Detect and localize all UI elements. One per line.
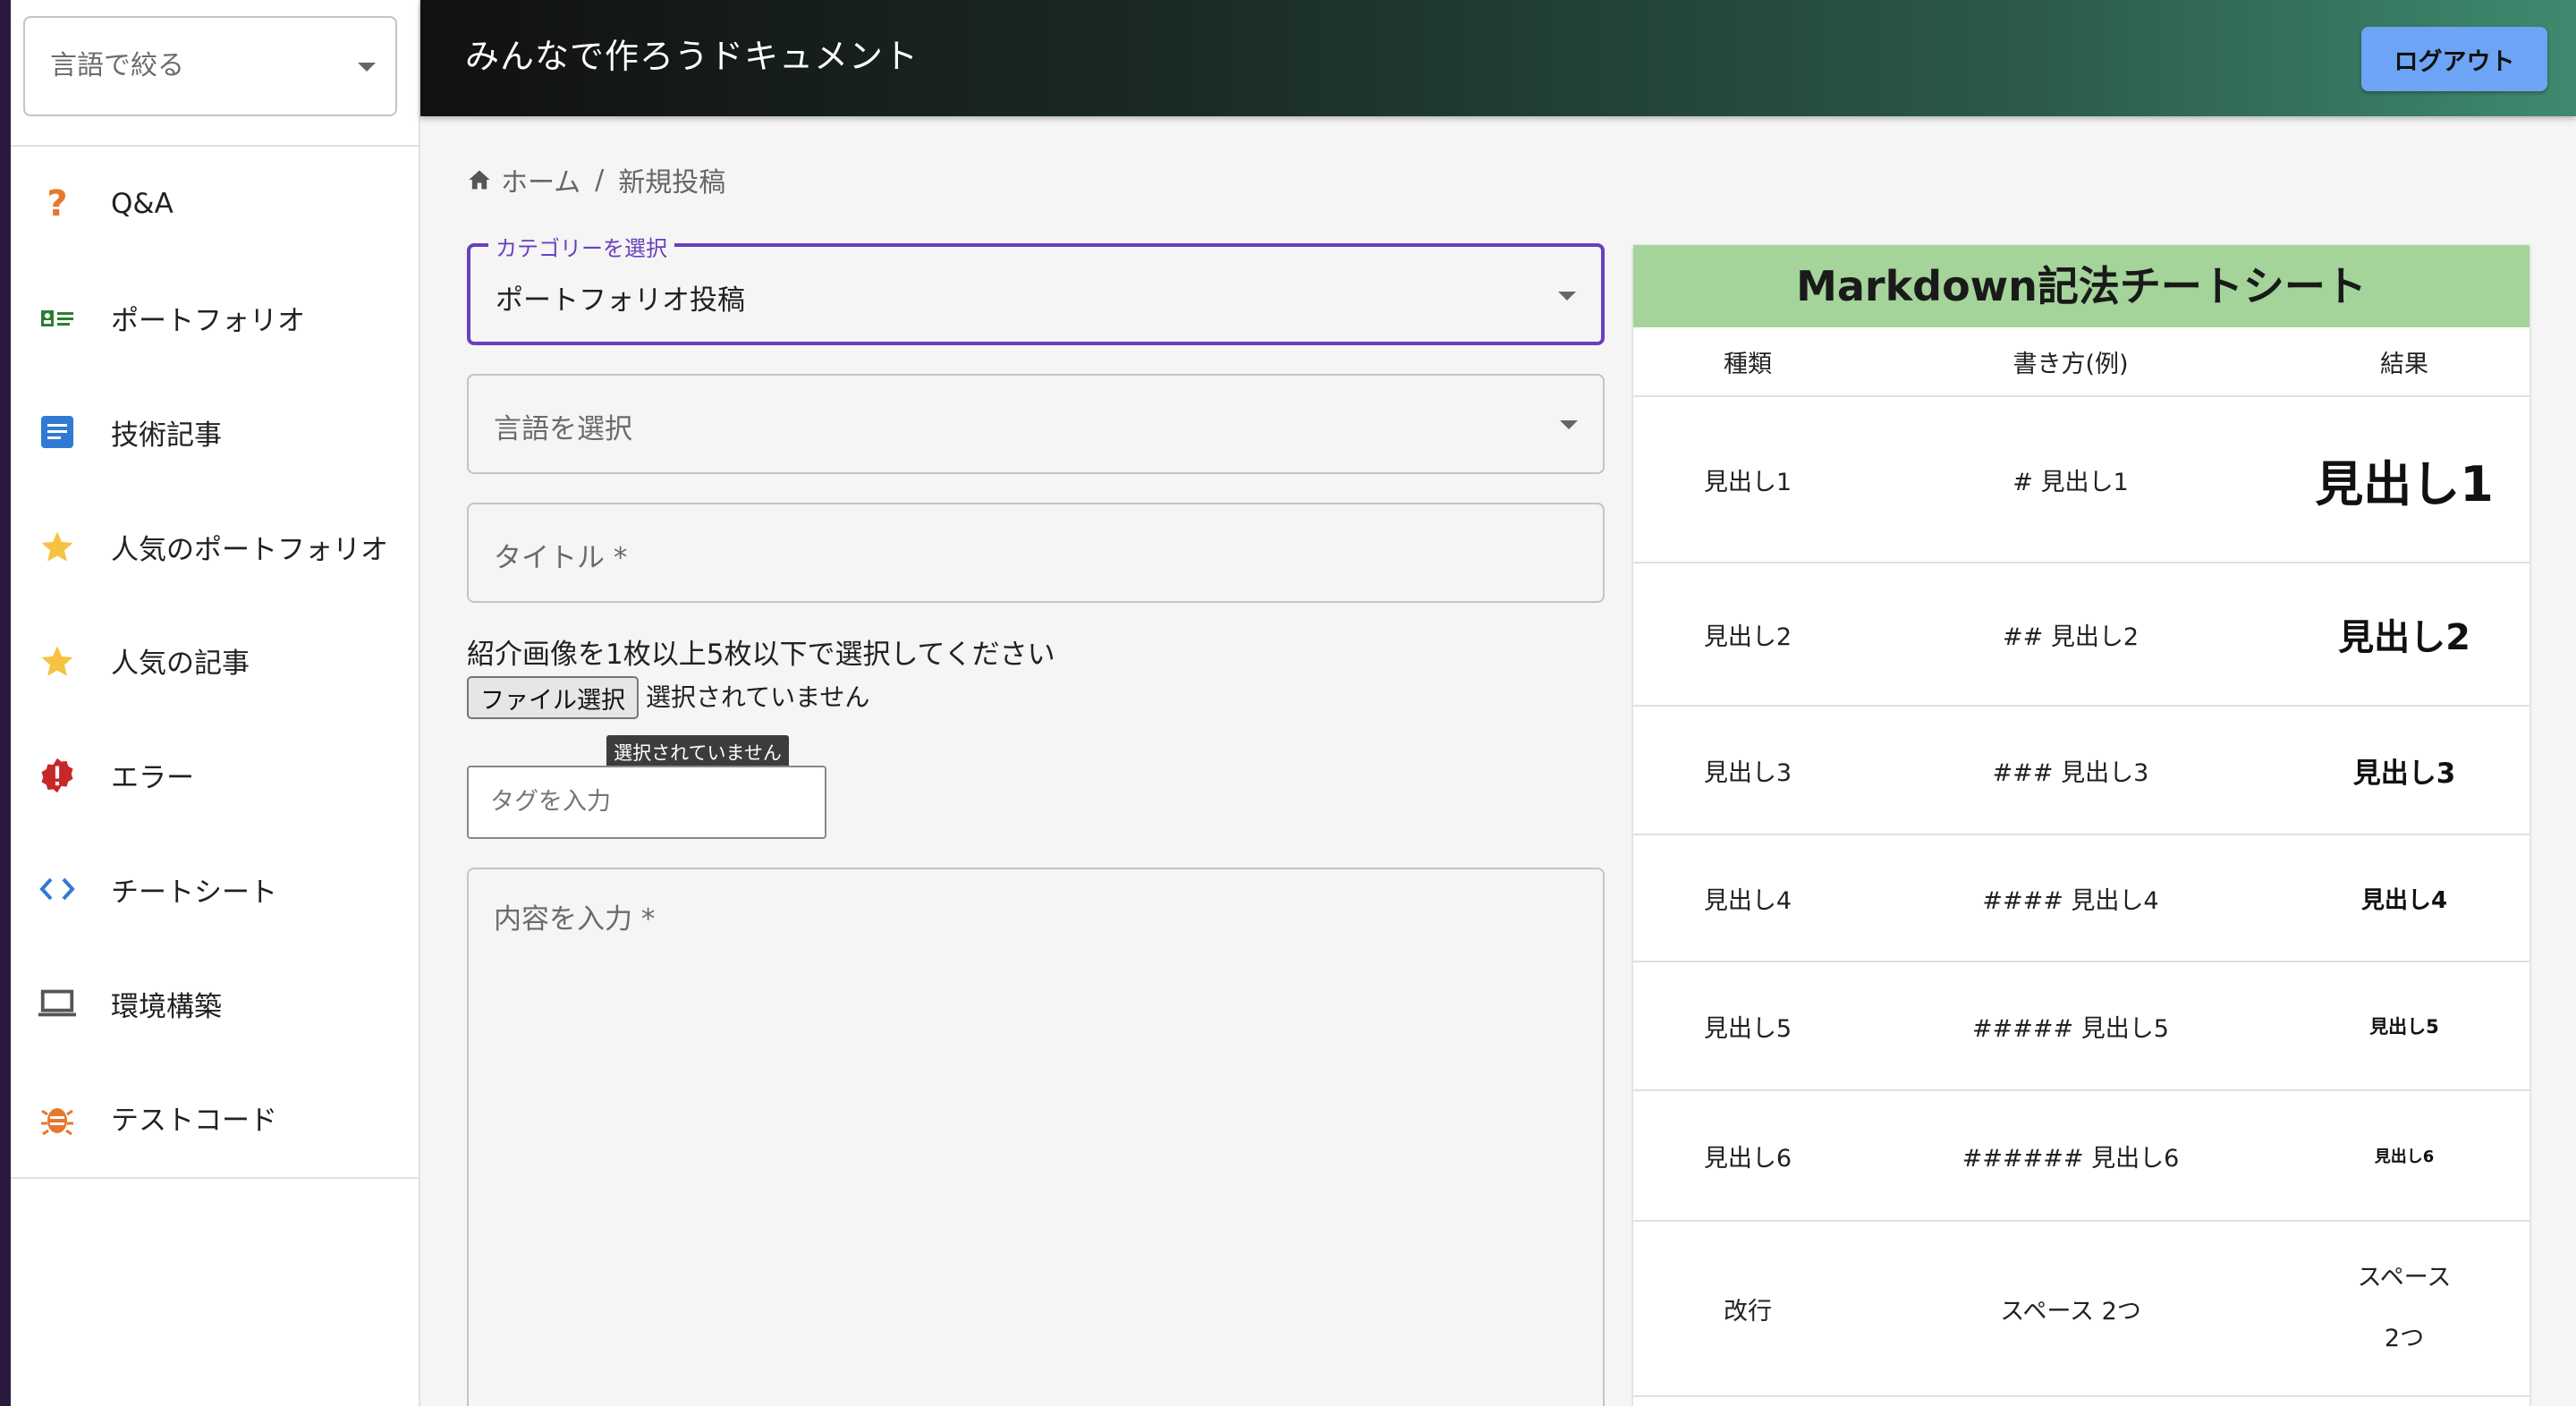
language-select-placeholder: 言語を選択 <box>494 413 632 445</box>
sidebar-item-label: 人気のポートフォリオ <box>111 533 388 566</box>
cheatsheet-header-row: 種類 書き方(例) 結果 <box>1633 327 2529 397</box>
home-icon <box>469 170 490 190</box>
category-select[interactable]: カテゴリーを選択 ポートフォリオ投稿 <box>467 231 1605 345</box>
language-filter-placeholder: 言語で絞る <box>50 50 184 81</box>
cell-kind: 見出し5 <box>1703 1014 1792 1043</box>
breadcrumb-home-link[interactable]: ホーム <box>501 160 580 199</box>
sidebar-item-label: 環境構築 <box>111 990 222 1023</box>
app-header: みんなで作ろうドキュメント ログアウト <box>420 0 2576 116</box>
image-upload-label: 紹介画像を1枚以上5枚以下で選択してください <box>467 639 1055 671</box>
sidebar-item-label: 人気の記事 <box>111 648 250 681</box>
cheatsheet-title: Markdown記法チートシート <box>1633 245 2529 327</box>
sidebar-item-label: 技術記事 <box>111 419 222 452</box>
cell-syntax: スペース 2つ <box>2000 1297 2141 1326</box>
cell-syntax: ## 見出し2 <box>2002 623 2139 651</box>
language-filter-select[interactable]: 言語で絞る <box>23 16 397 116</box>
sidebar-item-label: Q&A <box>111 187 174 220</box>
file-select-button[interactable]: ファイル選択 <box>467 676 639 719</box>
star-icon <box>38 641 77 681</box>
cell-kind: 見出し6 <box>1703 1144 1792 1173</box>
cell-syntax: ###### 見出し6 <box>1962 1144 2180 1173</box>
content-textarea[interactable]: 内容を入力 * <box>467 868 1605 1406</box>
error-icon <box>38 756 77 795</box>
cell-kind: 見出し1 <box>1703 468 1792 496</box>
chevron-down-icon <box>1560 420 1578 429</box>
file-status-text: 選択されていません <box>646 682 870 712</box>
sidebar-item-label: ポートフォリオ <box>111 305 305 338</box>
column-header-syntax: 書き方(例) <box>2012 350 2129 378</box>
cell-kind: 見出し4 <box>1703 886 1792 915</box>
cell-kind: 見出し2 <box>1703 623 1792 651</box>
sidebar-item-errors[interactable]: エラー <box>11 718 420 833</box>
sidebar-item-popular-articles[interactable]: 人気の記事 <box>11 604 420 718</box>
tag-input-placeholder: タグを入力 <box>490 788 611 816</box>
bug-icon <box>38 1098 77 1138</box>
sidebar-item-cheatsheet[interactable]: チートシート <box>11 833 420 947</box>
star-icon <box>38 527 77 566</box>
chevron-down-icon <box>1558 292 1576 301</box>
table-row: 見出し3 ### 見出し3 見出し3 <box>1633 707 2529 835</box>
cell-syntax: ##### 見出し5 <box>1972 1014 2169 1043</box>
table-row: 見出し5 ##### 見出し5 見出し5 <box>1633 962 2529 1091</box>
breadcrumb-current: 新規投稿 <box>618 167 726 199</box>
sidebar-item-environment[interactable]: 環境構築 <box>11 946 420 1061</box>
table-row: 見出し4 #### 見出し4 見出し4 <box>1633 835 2529 962</box>
sidebar-divider <box>11 1177 420 1179</box>
table-row: 改行 スペース 2つ スペース 2つ <box>1633 1222 2529 1397</box>
article-icon <box>38 412 77 452</box>
sidebar-item-tech-articles[interactable]: 技術記事 <box>11 376 420 490</box>
title-input[interactable]: タイトル * <box>467 503 1605 603</box>
sidebar-item-popular-portfolio[interactable]: 人気のポートフォリオ <box>11 489 420 604</box>
cell-result-line: 2つ <box>2384 1325 2425 1352</box>
logout-button[interactable]: ログアウト <box>2361 27 2547 91</box>
table-row: 見出し2 ## 見出し2 見出し2 <box>1633 563 2529 707</box>
cell-result: 見出し4 <box>2360 886 2448 914</box>
cell-result-line: スペース <box>2357 1264 2452 1292</box>
language-select[interactable]: 言語を選択 <box>467 374 1605 474</box>
cell-result: 見出し6 <box>2374 1148 2435 1166</box>
question-icon: ? <box>47 182 68 224</box>
cell-syntax: ### 見出し3 <box>1992 758 2149 787</box>
code-icon <box>38 869 77 909</box>
cell-syntax: # 見出し1 <box>2012 468 2129 496</box>
tag-input[interactable]: タグを入力 <box>467 766 826 839</box>
table-row: 見出し6 ###### 見出し6 見出し6 <box>1633 1091 2529 1222</box>
cell-kind: 見出し3 <box>1703 758 1792 787</box>
cell-syntax: #### 見出し4 <box>1982 886 2159 915</box>
table-row: 見出し1 # 見出し1 見出し1 <box>1633 397 2529 563</box>
breadcrumb-separator: / <box>595 164 605 196</box>
content-textarea-placeholder: 内容を入力 * <box>494 903 656 936</box>
sidebar-item-test-code[interactable]: テストコード <box>11 1061 420 1175</box>
portfolio-card-icon <box>38 299 77 338</box>
cell-kind: 改行 <box>1724 1297 1772 1326</box>
cell-result: 見出し3 <box>2352 757 2456 790</box>
cell-result: 見出し2 <box>2338 617 2470 658</box>
app-title: みんなで作ろうドキュメント <box>465 37 919 76</box>
column-header-kind: 種類 <box>1724 350 1772 378</box>
sidebar: 言語で絞る ? Q&A ポートフォリオ 技術記事 人気のポートフォリオ 人気の記… <box>11 0 420 1406</box>
sidebar-item-label: チートシート <box>111 876 277 909</box>
cell-result: 見出し1 <box>2315 455 2494 512</box>
title-input-placeholder: タイトル * <box>494 542 628 574</box>
sidebar-item-qa[interactable]: ? Q&A <box>11 147 420 261</box>
breadcrumb: ホーム / 新規投稿 <box>467 159 725 200</box>
sidebar-item-portfolio[interactable]: ポートフォリオ <box>11 261 420 376</box>
laptop-icon <box>38 984 77 1023</box>
window-edge <box>0 0 11 1406</box>
category-select-value: ポートフォリオ投稿 <box>496 284 745 317</box>
cell-result: スペース 2つ <box>2279 1222 2529 1395</box>
markdown-cheatsheet: Markdown記法チートシート 種類 書き方(例) 結果 見出し1 # 見出し… <box>1633 245 2529 1406</box>
cell-result: 見出し5 <box>2369 1016 2439 1038</box>
column-header-result: 結果 <box>2380 350 2428 378</box>
sidebar-item-label: エラー <box>111 762 194 795</box>
category-select-label: カテゴリーを選択 <box>488 231 674 262</box>
sidebar-nav: ? Q&A ポートフォリオ 技術記事 人気のポートフォリオ 人気の記事 エラー … <box>11 147 420 1175</box>
sidebar-item-label: テストコード <box>111 1105 277 1138</box>
chevron-down-icon <box>358 63 376 72</box>
